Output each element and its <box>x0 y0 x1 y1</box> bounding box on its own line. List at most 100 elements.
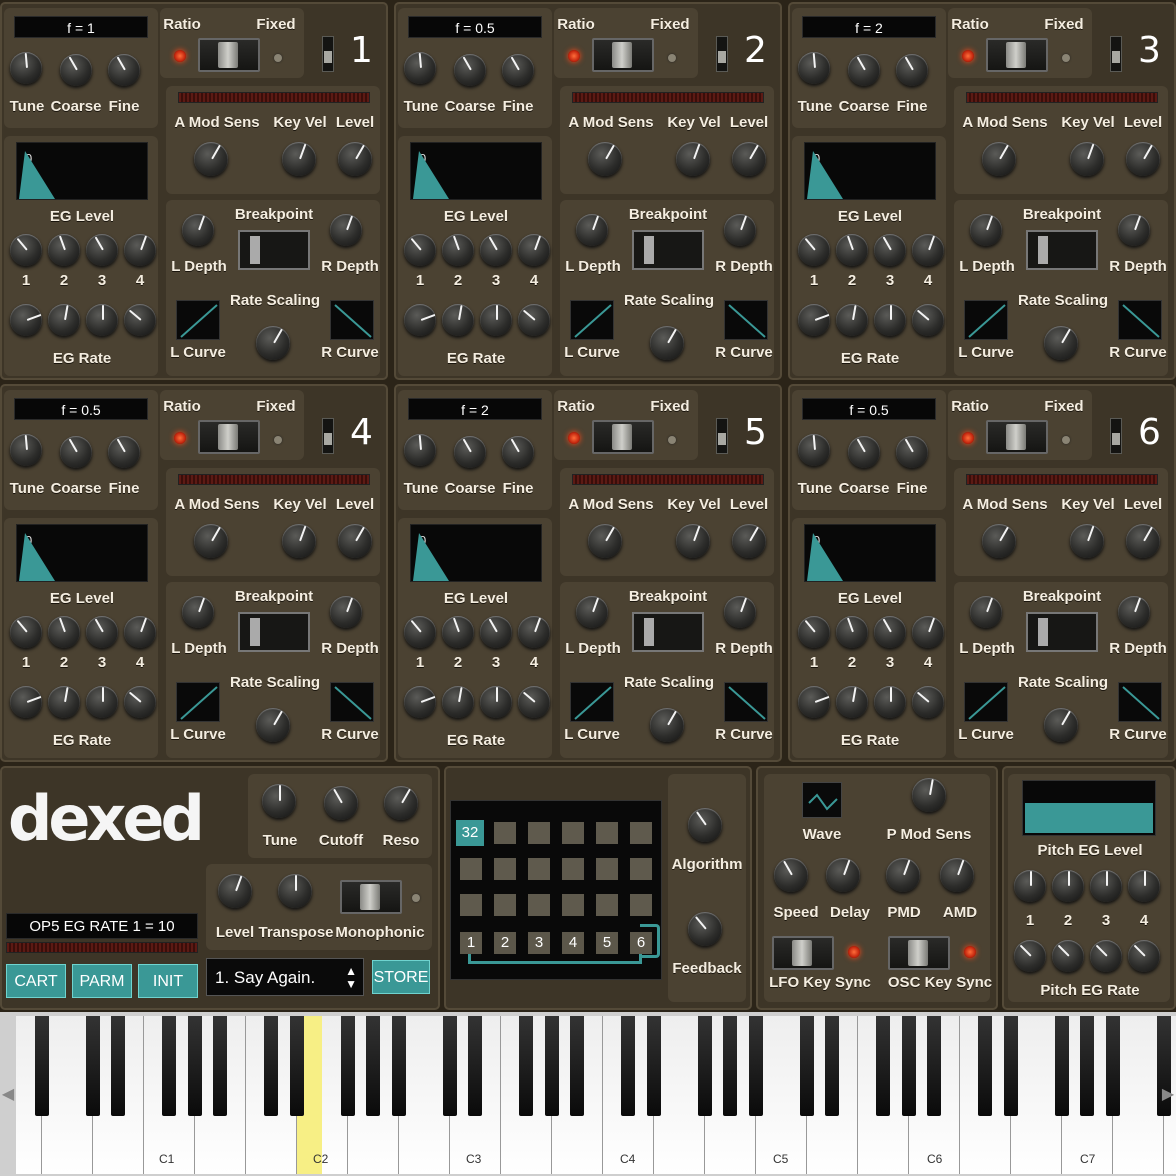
op3-fine-knob[interactable] <box>896 54 928 86</box>
op1-coarse-knob[interactable] <box>60 54 92 86</box>
algorithm-knob[interactable] <box>688 808 722 842</box>
op2-level-knob[interactable] <box>732 142 766 176</box>
black-key[interactable] <box>392 1016 406 1116</box>
op4-eglevel-1-knob[interactable] <box>10 616 42 648</box>
speed-knob[interactable] <box>774 858 808 892</box>
pmodsens-knob[interactable] <box>912 778 946 812</box>
op4-coarse-knob[interactable] <box>60 436 92 468</box>
op1-breakpoint-slider[interactable] <box>238 230 310 270</box>
op6-fine-knob[interactable] <box>896 436 928 468</box>
op2-egrate-1-knob[interactable] <box>404 304 436 336</box>
op6-keyvel-knob[interactable] <box>1070 524 1104 558</box>
op6-eglevel-4-knob[interactable] <box>912 616 944 648</box>
op2-rdepth-knob[interactable] <box>724 214 756 246</box>
op6-eglevel-1-knob[interactable] <box>798 616 830 648</box>
op4-egrate-4-knob[interactable] <box>124 686 156 718</box>
black-key[interactable] <box>978 1016 992 1116</box>
black-key[interactable] <box>723 1016 737 1116</box>
op6-egrate-1-knob[interactable] <box>798 686 830 718</box>
op2-keyvel-knob[interactable] <box>676 142 710 176</box>
op5-keyvel-knob[interactable] <box>676 524 710 558</box>
wave-display[interactable] <box>802 782 842 818</box>
op1-tune-knob[interactable] <box>10 52 42 84</box>
parm-button[interactable]: PARM <box>72 964 132 998</box>
op2-egrate-3-knob[interactable] <box>480 304 512 336</box>
op1-ratio-fixed-switch[interactable] <box>198 38 260 72</box>
op6-ratio-fixed-switch[interactable] <box>986 420 1048 454</box>
pitcheg-level-2-knob[interactable] <box>1052 870 1084 902</box>
op4-fine-knob[interactable] <box>108 436 140 468</box>
black-key[interactable] <box>86 1016 100 1116</box>
cart-button[interactable]: CART <box>6 964 66 998</box>
scroll-right-arrow-icon[interactable]: ▶ <box>1160 1080 1176 1110</box>
op5-rdepth-knob[interactable] <box>724 596 756 628</box>
op3-eglevel-1-knob[interactable] <box>798 234 830 266</box>
black-key[interactable] <box>545 1016 559 1116</box>
op3-rcurve-display[interactable] <box>1118 300 1162 340</box>
op5-egrate-3-knob[interactable] <box>480 686 512 718</box>
op3-ratescaling-knob[interactable] <box>1044 326 1078 360</box>
op4-egrate-1-knob[interactable] <box>10 686 42 718</box>
op4-enable-switch[interactable] <box>322 418 334 454</box>
op5-level-knob[interactable] <box>732 524 766 558</box>
black-key[interactable] <box>621 1016 635 1116</box>
op2-fine-knob[interactable] <box>502 54 534 86</box>
pitcheg-level-4-knob[interactable] <box>1128 870 1160 902</box>
op6-eglevel-2-knob[interactable] <box>836 616 868 648</box>
op6-lcurve-display[interactable] <box>964 682 1008 722</box>
black-key[interactable] <box>570 1016 584 1116</box>
pitcheg-level-1-knob[interactable] <box>1014 870 1046 902</box>
op1-egrate-4-knob[interactable] <box>124 304 156 336</box>
pitcheg-level-3-knob[interactable] <box>1090 870 1122 902</box>
op4-rdepth-knob[interactable] <box>330 596 362 628</box>
op1-eglevel-2-knob[interactable] <box>48 234 80 266</box>
op1-eglevel-3-knob[interactable] <box>86 234 118 266</box>
black-key[interactable] <box>290 1016 304 1116</box>
op3-breakpoint-slider[interactable] <box>1026 230 1098 270</box>
lfo-key-sync-switch[interactable] <box>772 936 834 970</box>
op1-level-knob[interactable] <box>338 142 372 176</box>
op6-coarse-knob[interactable] <box>848 436 880 468</box>
op5-egrate-1-knob[interactable] <box>404 686 436 718</box>
op3-enable-switch[interactable] <box>1110 36 1122 72</box>
op5-lcurve-display[interactable] <box>570 682 614 722</box>
op3-egrate-2-knob[interactable] <box>836 304 868 336</box>
op5-ratescaling-knob[interactable] <box>650 708 684 742</box>
op3-coarse-knob[interactable] <box>848 54 880 86</box>
black-key[interactable] <box>927 1016 941 1116</box>
op1-enable-switch[interactable] <box>322 36 334 72</box>
op6-ratescaling-knob[interactable] <box>1044 708 1078 742</box>
black-key[interactable] <box>1080 1016 1094 1116</box>
op3-tune-knob[interactable] <box>798 52 830 84</box>
op1-lcurve-display[interactable] <box>176 300 220 340</box>
program-select[interactable]: 1. Say Again. ▲ ▼ <box>206 958 364 996</box>
black-key[interactable] <box>188 1016 202 1116</box>
op4-rcurve-display[interactable] <box>330 682 374 722</box>
op6-egrate-4-knob[interactable] <box>912 686 944 718</box>
op2-eglevel-4-knob[interactable] <box>518 234 550 266</box>
op2-eglevel-2-knob[interactable] <box>442 234 474 266</box>
op5-tune-knob[interactable] <box>404 434 436 466</box>
black-key[interactable] <box>162 1016 176 1116</box>
global-tune-knob[interactable] <box>262 784 296 818</box>
op2-rcurve-display[interactable] <box>724 300 768 340</box>
op4-egrate-3-knob[interactable] <box>86 686 118 718</box>
op4-amod-knob[interactable] <box>194 524 228 558</box>
op2-ldepth-knob[interactable] <box>576 214 608 246</box>
op2-amod-knob[interactable] <box>588 142 622 176</box>
pitcheg-rate-2-knob[interactable] <box>1052 940 1084 972</box>
op5-ldepth-knob[interactable] <box>576 596 608 628</box>
cutoff-knob[interactable] <box>324 786 358 820</box>
op5-eglevel-4-knob[interactable] <box>518 616 550 648</box>
op6-egrate-3-knob[interactable] <box>874 686 906 718</box>
op2-breakpoint-slider[interactable] <box>632 230 704 270</box>
op1-fine-knob[interactable] <box>108 54 140 86</box>
op6-enable-switch[interactable] <box>1110 418 1122 454</box>
black-key[interactable] <box>1055 1016 1069 1116</box>
pitcheg-rate-3-knob[interactable] <box>1090 940 1122 972</box>
black-key[interactable] <box>825 1016 839 1116</box>
op3-eglevel-2-knob[interactable] <box>836 234 868 266</box>
op3-egrate-3-knob[interactable] <box>874 304 906 336</box>
black-key[interactable] <box>443 1016 457 1116</box>
pitcheg-rate-1-knob[interactable] <box>1014 940 1046 972</box>
